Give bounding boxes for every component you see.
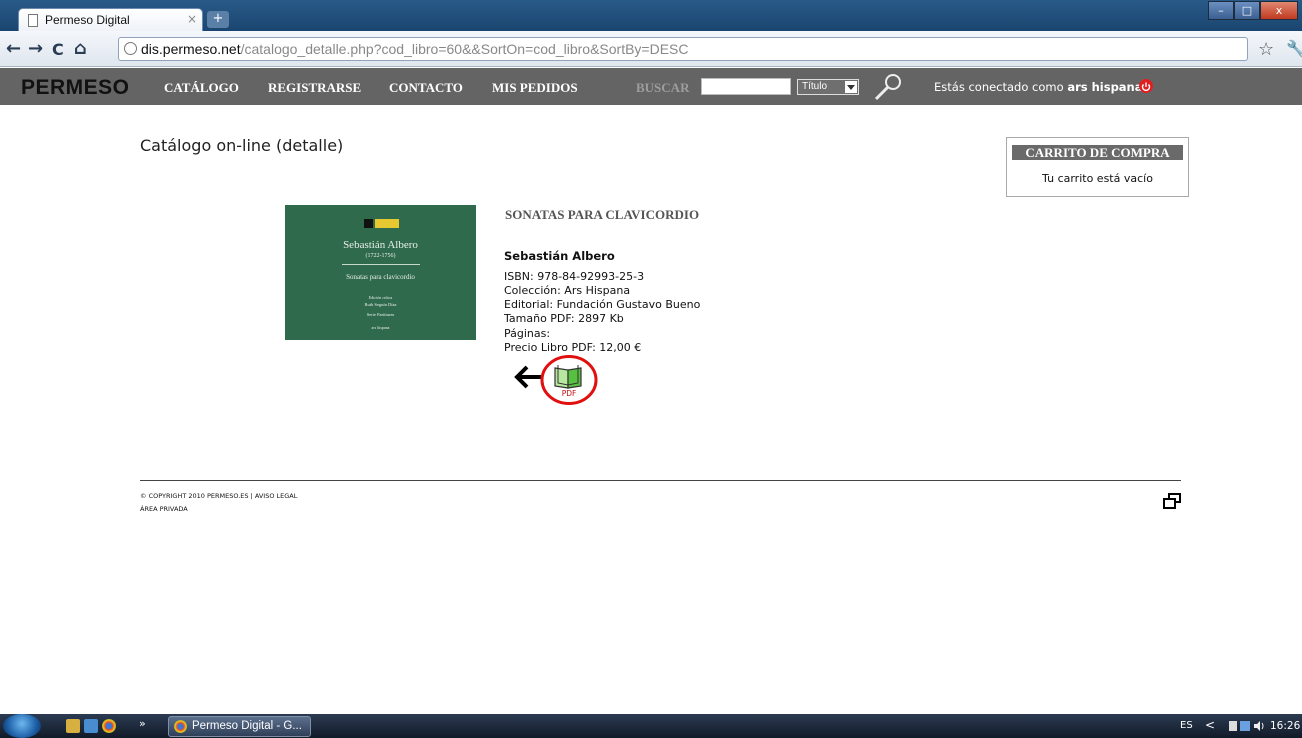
page-title: Catálogo on-line (detalle)	[140, 136, 344, 155]
browser-tab[interactable]: Permeso Digital ×	[18, 8, 203, 32]
globe-icon	[124, 42, 137, 55]
tab-title: Permeso Digital	[45, 13, 130, 27]
language-indicator[interactable]: ES	[1180, 720, 1193, 731]
private-area-link[interactable]: ÁREA PRIVADA	[140, 505, 188, 513]
tray-expand-icon[interactable]: <	[1205, 718, 1215, 732]
wrench-icon[interactable]: 🔧	[1286, 39, 1302, 58]
window-controls: – □ x	[1208, 1, 1298, 21]
bookmark-star-icon[interactable]: ☆	[1258, 39, 1274, 60]
logout-power-icon[interactable]	[1139, 79, 1153, 93]
menu-mis-pedidos[interactable]: MIS PEDIDOS	[492, 80, 578, 96]
home-icon[interactable]: ⌂	[74, 38, 87, 59]
tab-close-icon[interactable]: ×	[187, 12, 197, 26]
cover-edition-line: Edición crítica	[368, 295, 393, 300]
cart-empty-message: Tu carrito está vacío	[1042, 172, 1153, 185]
footer-divider	[140, 480, 1181, 481]
minimize-button[interactable]: –	[1208, 1, 1234, 20]
reload-icon[interactable]: C	[52, 40, 64, 59]
site-header: PERMESO CATÁLOGO REGISTRARSE CONTACTO MI…	[0, 68, 1302, 105]
chrome-icon[interactable]	[102, 719, 116, 733]
publisher-logo	[364, 219, 399, 228]
new-tab-button[interactable]: +	[207, 11, 229, 28]
address-bar[interactable]: dis.permeso.net/catalogo_detalle.php?cod…	[118, 37, 1248, 61]
menu-contacto[interactable]: CONTACTO	[389, 80, 463, 96]
taskbar-item-permeso[interactable]: Permeso Digital - G...	[168, 716, 311, 737]
book-pdf-size: Tamaño PDF: 2897 Kb	[504, 312, 624, 325]
cart-title: CARRITO DE COMPRA	[1012, 145, 1183, 160]
show-desktop-icon[interactable]	[84, 719, 98, 733]
users-icon[interactable]	[66, 719, 80, 733]
cover-title: Sonatas para clavicordio	[346, 273, 415, 281]
copyright-aviso-legal-link[interactable]: © COPYRIGHT 2010 PERMESO.ES | AVISO LEGA…	[140, 492, 297, 500]
taskbar-item-label: Permeso Digital - G...	[192, 720, 302, 732]
magnifier-search-icon[interactable]	[872, 72, 904, 102]
clock: 16:26	[1270, 720, 1301, 732]
connected-status: Estás conectado como ars hispana	[934, 80, 1143, 94]
book-pages: Páginas:	[504, 327, 551, 340]
url-text: dis.permeso.net/catalogo_detalle.php?cod…	[141, 41, 689, 57]
cover-years: (1722-1756)	[365, 253, 396, 259]
book-editorial: Editorial: Fundación Gustavo Bueno	[504, 298, 701, 311]
cover-publisher: ars hispana	[371, 325, 390, 330]
search-input[interactable]	[701, 78, 791, 95]
start-button[interactable]	[3, 714, 41, 738]
forward-icon[interactable]: →	[28, 38, 43, 59]
back-icon[interactable]: ←	[6, 38, 21, 59]
windows-taskbar: » Permeso Digital - G... ES < 16:26	[0, 714, 1302, 738]
quicklaunch-more-icon[interactable]: »	[139, 717, 146, 730]
system-tray-icons[interactable]	[1229, 719, 1265, 733]
browser-toolbar: ← → C ⌂ dis.permeso.net/catalogo_detalle…	[0, 31, 1302, 67]
pdf-label: PDF	[562, 389, 577, 398]
shopping-cart-box: CARRITO DE COMPRA Tu carrito está vacío	[1006, 137, 1189, 197]
book-collection: Colección: Ars Hispana	[504, 284, 631, 297]
window-restore-icon[interactable]	[1163, 493, 1181, 509]
chevron-down-icon	[845, 81, 857, 93]
pdf-download-icon[interactable]: PDF	[538, 354, 598, 406]
search-field-select[interactable]: Título	[797, 79, 859, 95]
close-window-button[interactable]: x	[1260, 1, 1298, 20]
cover-series: Serie Partituras	[366, 312, 395, 317]
book-price: Precio Libro PDF: 12,00 €	[504, 341, 642, 354]
site-logo[interactable]: PERMESO	[21, 76, 130, 100]
page-icon	[28, 14, 38, 27]
book-isbn: ISBN: 978-84-92993-25-3	[504, 270, 645, 283]
search-label: BUSCAR	[636, 80, 690, 95]
menu-registrarse[interactable]: REGISTRARSE	[268, 80, 361, 96]
cover-editor: Ruth Seguín Díaz	[364, 302, 397, 307]
browser-tab-strip: Permeso Digital × + – □ x	[0, 0, 1302, 32]
book-title: SONATAS PARA CLAVICORDIO	[505, 207, 700, 222]
menu-catalogo[interactable]: CATÁLOGO	[164, 80, 239, 96]
chrome-icon	[174, 720, 187, 733]
book-cover-image: Sebastián Albero (1722-1756) Sonatas par…	[285, 205, 476, 340]
cover-divider	[342, 264, 420, 265]
book-author: Sebastián Albero	[504, 249, 615, 263]
cover-author: Sebastián Albero	[343, 239, 418, 251]
maximize-button[interactable]: □	[1234, 1, 1260, 20]
